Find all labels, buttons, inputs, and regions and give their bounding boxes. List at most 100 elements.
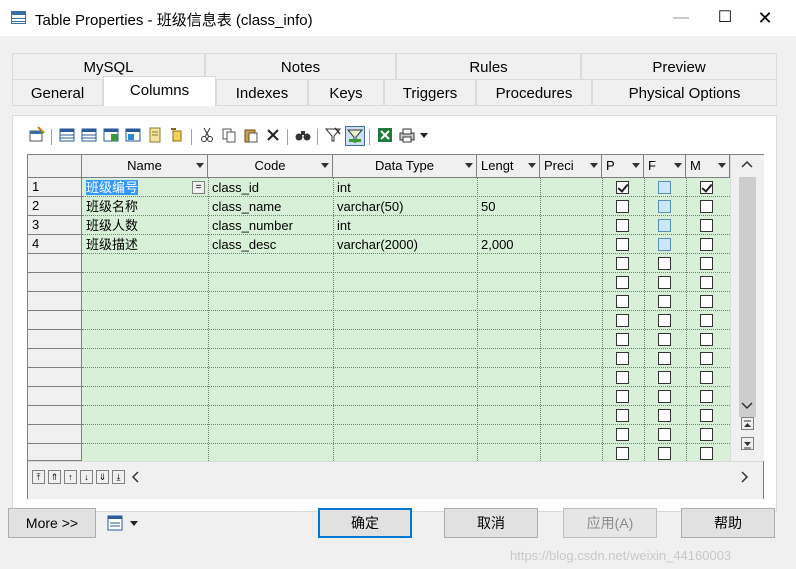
move-top-icon[interactable]: ⤒ — [32, 470, 45, 484]
paste-icon[interactable] — [167, 126, 187, 146]
row-header[interactable] — [28, 273, 82, 292]
cell-data-type[interactable]: varchar(50) — [337, 198, 403, 216]
column-header-precision[interactable]: Preci — [540, 155, 602, 177]
foreign-key-checkbox[interactable] — [658, 371, 671, 384]
cell-code[interactable]: class_id — [212, 179, 259, 197]
cell-data-type[interactable]: int — [337, 179, 351, 197]
foreign-key-checkbox[interactable] — [658, 238, 671, 251]
mandatory-checkbox[interactable] — [700, 276, 713, 289]
copy-icon[interactable] — [145, 126, 165, 146]
foreign-key-checkbox[interactable] — [658, 447, 671, 460]
tab-physical-options[interactable]: Physical Options — [592, 79, 777, 106]
cell-length[interactable]: 50 — [481, 198, 495, 216]
primary-key-checkbox[interactable] — [616, 371, 629, 384]
minimize-button[interactable]: — — [658, 0, 704, 36]
vertical-scrollbar[interactable] — [730, 155, 764, 461]
foreign-key-checkbox[interactable] — [658, 200, 671, 213]
primary-key-checkbox[interactable] — [616, 276, 629, 289]
foreign-key-checkbox[interactable] — [658, 390, 671, 403]
primary-key-checkbox[interactable] — [616, 200, 629, 213]
help-button[interactable]: 帮助 — [681, 508, 775, 538]
row-header[interactable]: 3 — [28, 216, 82, 235]
mandatory-checkbox[interactable] — [700, 333, 713, 346]
primary-key-checkbox[interactable] — [616, 181, 629, 194]
filter-icon[interactable] — [323, 126, 343, 146]
chevron-down-icon[interactable] — [630, 160, 641, 171]
row-header[interactable] — [28, 254, 82, 273]
cut-icon[interactable] — [197, 126, 217, 146]
mandatory-checkbox[interactable] — [700, 257, 713, 270]
primary-key-checkbox[interactable] — [616, 219, 629, 232]
scroll-down-icon[interactable] — [741, 399, 753, 414]
cancel-button[interactable]: 取消 — [444, 508, 538, 538]
close-button[interactable]: ✕ — [742, 0, 788, 36]
chevron-down-icon[interactable] — [463, 160, 474, 171]
mandatory-checkbox[interactable] — [700, 409, 713, 422]
table-row[interactable]: 班级编号 — [86, 179, 139, 197]
column-header-primary[interactable]: P — [602, 155, 644, 177]
move-page-up-icon[interactable]: ⇑ — [48, 470, 61, 484]
add-columns-icon[interactable] — [101, 126, 121, 146]
find-icon[interactable] — [293, 126, 313, 146]
row-header[interactable]: 2 — [28, 197, 82, 216]
tab-triggers[interactable]: Triggers — [384, 79, 476, 106]
print-icon[interactable] — [397, 126, 417, 146]
mandatory-checkbox[interactable] — [700, 352, 713, 365]
tab-keys[interactable]: Keys — [308, 79, 384, 106]
row-header[interactable]: 4 — [28, 235, 82, 254]
foreign-key-checkbox[interactable] — [658, 428, 671, 441]
apply-button[interactable]: 应用(A) — [563, 508, 657, 538]
foreign-key-checkbox[interactable] — [658, 409, 671, 422]
move-down-icon[interactable]: ↓ — [80, 470, 93, 484]
cell-data-type[interactable]: int — [337, 217, 351, 235]
primary-key-checkbox[interactable] — [616, 447, 629, 460]
scroll-right-icon[interactable] — [740, 470, 750, 487]
primary-key-checkbox[interactable] — [616, 333, 629, 346]
mandatory-checkbox[interactable] — [700, 200, 713, 213]
export-excel-icon[interactable] — [375, 126, 395, 146]
row-header[interactable] — [28, 368, 82, 387]
primary-key-checkbox[interactable] — [616, 428, 629, 441]
cell-length[interactable]: 2,000 — [481, 236, 514, 254]
properties-icon[interactable] — [27, 126, 47, 146]
more-button[interactable]: More >> — [8, 508, 96, 538]
foreign-key-checkbox[interactable] — [658, 257, 671, 270]
dropdown-icon[interactable] — [417, 126, 431, 146]
column-header-length[interactable]: Lengt — [477, 155, 540, 177]
row-header[interactable] — [28, 349, 82, 368]
scroll-page-down-icon[interactable] — [741, 437, 754, 450]
tab-preview[interactable]: Preview — [581, 53, 777, 80]
foreign-key-checkbox[interactable] — [658, 352, 671, 365]
foreign-key-checkbox[interactable] — [658, 181, 671, 194]
cell-name[interactable]: 班级描述 — [86, 236, 138, 254]
move-page-down-icon[interactable]: ⇓ — [96, 470, 109, 484]
primary-key-checkbox[interactable] — [616, 352, 629, 365]
foreign-key-checkbox[interactable] — [658, 314, 671, 327]
row-header[interactable] — [28, 444, 82, 461]
add-row-icon[interactable] — [79, 126, 99, 146]
mandatory-checkbox[interactable] — [700, 371, 713, 384]
cell-code[interactable]: class_desc — [212, 236, 276, 254]
row-header[interactable]: 1 — [28, 178, 82, 197]
row-header[interactable] — [28, 330, 82, 349]
mandatory-checkbox[interactable] — [700, 390, 713, 403]
mandatory-checkbox[interactable] — [700, 219, 713, 232]
tab-rules[interactable]: Rules — [396, 53, 581, 80]
primary-key-checkbox[interactable] — [616, 409, 629, 422]
primary-key-checkbox[interactable] — [616, 238, 629, 251]
doc-menu-button[interactable] — [106, 514, 146, 534]
copy2-icon[interactable] — [219, 126, 239, 146]
scroll-left-icon[interactable] — [130, 470, 140, 487]
move-bottom-icon[interactable]: ⤓ — [112, 470, 125, 484]
column-header-mandatory[interactable]: M — [686, 155, 730, 177]
mandatory-checkbox[interactable] — [700, 447, 713, 460]
cell-data-type[interactable]: varchar(2000) — [337, 236, 418, 254]
delete-icon[interactable] — [263, 126, 283, 146]
foreign-key-checkbox[interactable] — [658, 276, 671, 289]
row-header[interactable] — [28, 406, 82, 425]
scroll-thumb[interactable] — [739, 177, 756, 417]
row-header[interactable] — [28, 425, 82, 444]
tab-indexes[interactable]: Indexes — [216, 79, 308, 106]
mandatory-checkbox[interactable] — [700, 238, 713, 251]
column-header-name[interactable]: Name — [82, 155, 208, 177]
